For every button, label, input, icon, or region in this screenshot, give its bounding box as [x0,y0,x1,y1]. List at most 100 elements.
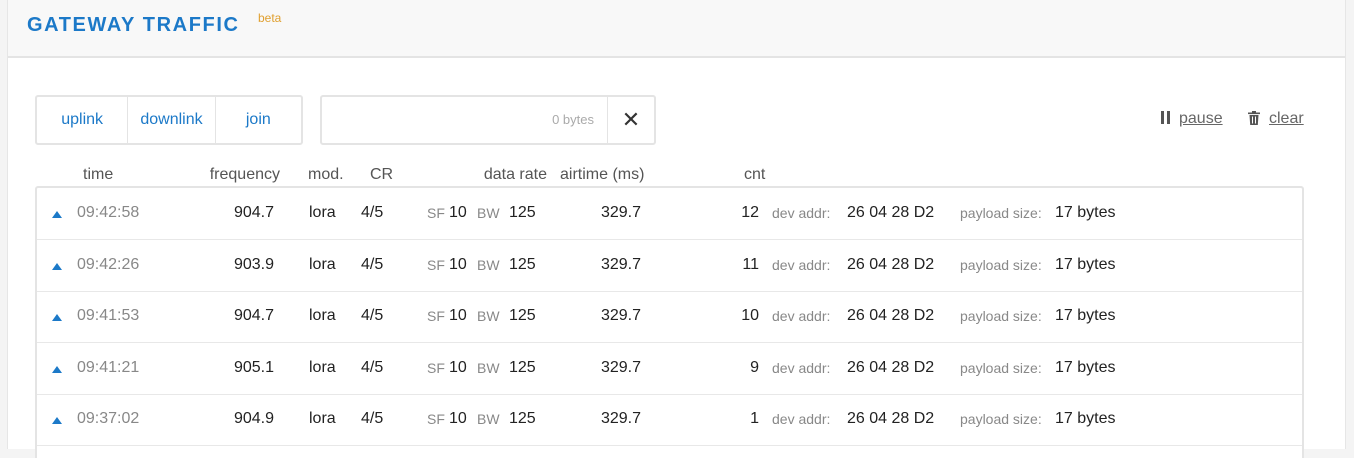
cell-payload-size: 17 bytes [1055,307,1116,324]
dev-addr-label: dev addr: [772,308,831,324]
cell-airtime: 329.7 [600,204,641,221]
filter-uplink-button[interactable]: uplink [37,97,129,143]
bw-label: BW [477,411,500,427]
clear-label: clear [1269,110,1304,127]
cell-mod: lora [309,204,336,221]
cell-payload-size: 17 bytes [1055,204,1116,221]
cell-frequency: 903.9 [233,255,274,273]
cell-sf: 10 [449,410,467,427]
sf-label: SF [427,359,445,376]
cell-sf: 10 [449,204,467,221]
filter-search-box: 0 bytes ✕ [320,95,656,145]
cell-frequency: 904.7 [233,204,274,221]
cell-bw: 125 [509,255,536,273]
payload-size-label: payload size: [960,308,1042,324]
cell-sf: 10 [449,307,467,324]
bw-label: BW [477,308,500,324]
payload-size-label: payload size: [960,359,1042,376]
dev-addr-label: dev addr: [772,411,831,427]
cell-cr: 4/5 [361,410,384,427]
pause-label: pause [1179,110,1223,127]
cell-cnt: 9 [750,358,759,376]
panel-header: GATEWAY TRAFFIC beta [8,0,1345,58]
uplink-arrow-icon [52,417,62,424]
filter-downlink-button[interactable]: downlink [128,97,216,143]
cell-mod: lora [309,358,336,376]
cell-cr: 4/5 [361,255,384,273]
dev-addr-label: dev addr: [772,359,831,376]
cell-cr: 4/5 [361,204,384,221]
table-row[interactable]: 09:42:58 904.7 lora 4/5 329.7 12 26 04 28 D2 17… [37,188,1302,240]
uplink-arrow-icon [52,314,62,321]
cell-cnt: 11 [742,255,759,273]
col-mod: mod. [308,166,344,183]
sf-label: SF [427,205,445,221]
cell-bw: 125 [509,204,536,221]
uplink-arrow-icon [52,262,62,270]
cell-frequency: 905.1 [233,358,274,376]
cell-time: 09:42:58 [77,204,140,221]
dev-addr-label: dev addr: [772,256,831,273]
table-row[interactable]: 09:41:53 904.7 lora 4/5 329.7 10 26 04 28 D2 17… [37,291,1302,343]
cell-time: 09:42:26 [77,255,140,273]
cell-sf: 10 [449,358,467,376]
cell-bw: 125 [509,307,536,324]
bw-label: BW [477,205,500,221]
clear-search-button[interactable]: ✕ [607,97,654,143]
cell-bw: 125 [509,358,536,376]
cell-dev-addr: 26 04 28 D2 [847,307,935,324]
table-row[interactable]: 09:37:02 904.9 lora 4/5 329.7 1 26 04 28 D2 17 … [37,394,1302,446]
cell-cr: 4/5 [361,358,384,376]
col-airtime: airtime (ms) [560,166,645,183]
cell-cnt: 12 [741,204,759,221]
cell-mod: lora [309,255,336,273]
cell-frequency: 904.7 [233,307,274,324]
sf-label: SF [427,256,445,273]
col-cr: CR [370,166,394,183]
col-data-rate: data rate [483,166,547,183]
dev-addr-label: dev addr: [772,205,831,221]
cell-cr: 4/5 [361,307,384,324]
payload-size-label: payload size: [960,205,1042,221]
filter-join-button[interactable]: join [216,97,301,143]
cell-payload-size: 17 bytes [1055,358,1116,376]
cell-time: 09:41:53 [77,307,140,324]
uplink-arrow-icon [52,211,62,218]
cell-mod: lora [309,410,336,427]
direction-filter-group: uplink downlink join [35,95,303,145]
cell-airtime: 329.7 [600,410,641,427]
sf-label: SF [427,411,445,427]
cell-cnt: 1 [750,410,759,427]
cell-frequency: 904.9 [233,410,274,427]
table-row[interactable]: 09:42:26 903.9 lora 4/5 329.7 11 26 04 28 D2 17… [37,240,1302,292]
sf-label: SF [427,308,445,324]
col-cnt: cnt [744,166,766,183]
cell-cnt: 10 [741,307,759,324]
bytes-counter: 0 bytes [552,112,594,127]
pause-button[interactable]: pause [1161,110,1223,128]
cell-time: 09:41:21 [77,358,140,376]
trash-icon [1248,111,1260,125]
uplink-arrow-icon [52,365,62,373]
traffic-table: 09:42:58 904.7 lora 4/5 329.7 12 26 04 28 D2 17… [35,186,1304,458]
bw-label: BW [477,256,500,273]
payload-size-label: payload size: [960,411,1042,427]
clear-button[interactable]: clear [1248,110,1304,128]
col-time: time [83,166,114,183]
cell-airtime: 329.7 [600,307,641,324]
payload-size-label: payload size: [960,256,1042,273]
page-title: GATEWAY TRAFFIC [27,14,240,36]
cell-mod: lora [309,307,336,324]
cell-airtime: 329.7 [600,255,641,273]
bw-label: BW [477,359,500,376]
cell-dev-addr: 26 04 28 D2 [847,358,935,376]
beta-badge: beta [258,11,282,25]
cell-dev-addr: 26 04 28 D2 [847,204,935,221]
cell-dev-addr: 26 04 28 D2 [847,410,935,427]
cell-airtime: 329.7 [600,358,641,376]
cell-sf: 10 [449,255,467,273]
table-row[interactable]: 09:41:21 905.1 lora 4/5 329.7 9 26 04 28 D2 17 … [37,343,1302,395]
cell-payload-size: 17 bytes [1055,410,1116,427]
pause-icon [1161,111,1170,124]
cell-dev-addr: 26 04 28 D2 [847,255,935,273]
